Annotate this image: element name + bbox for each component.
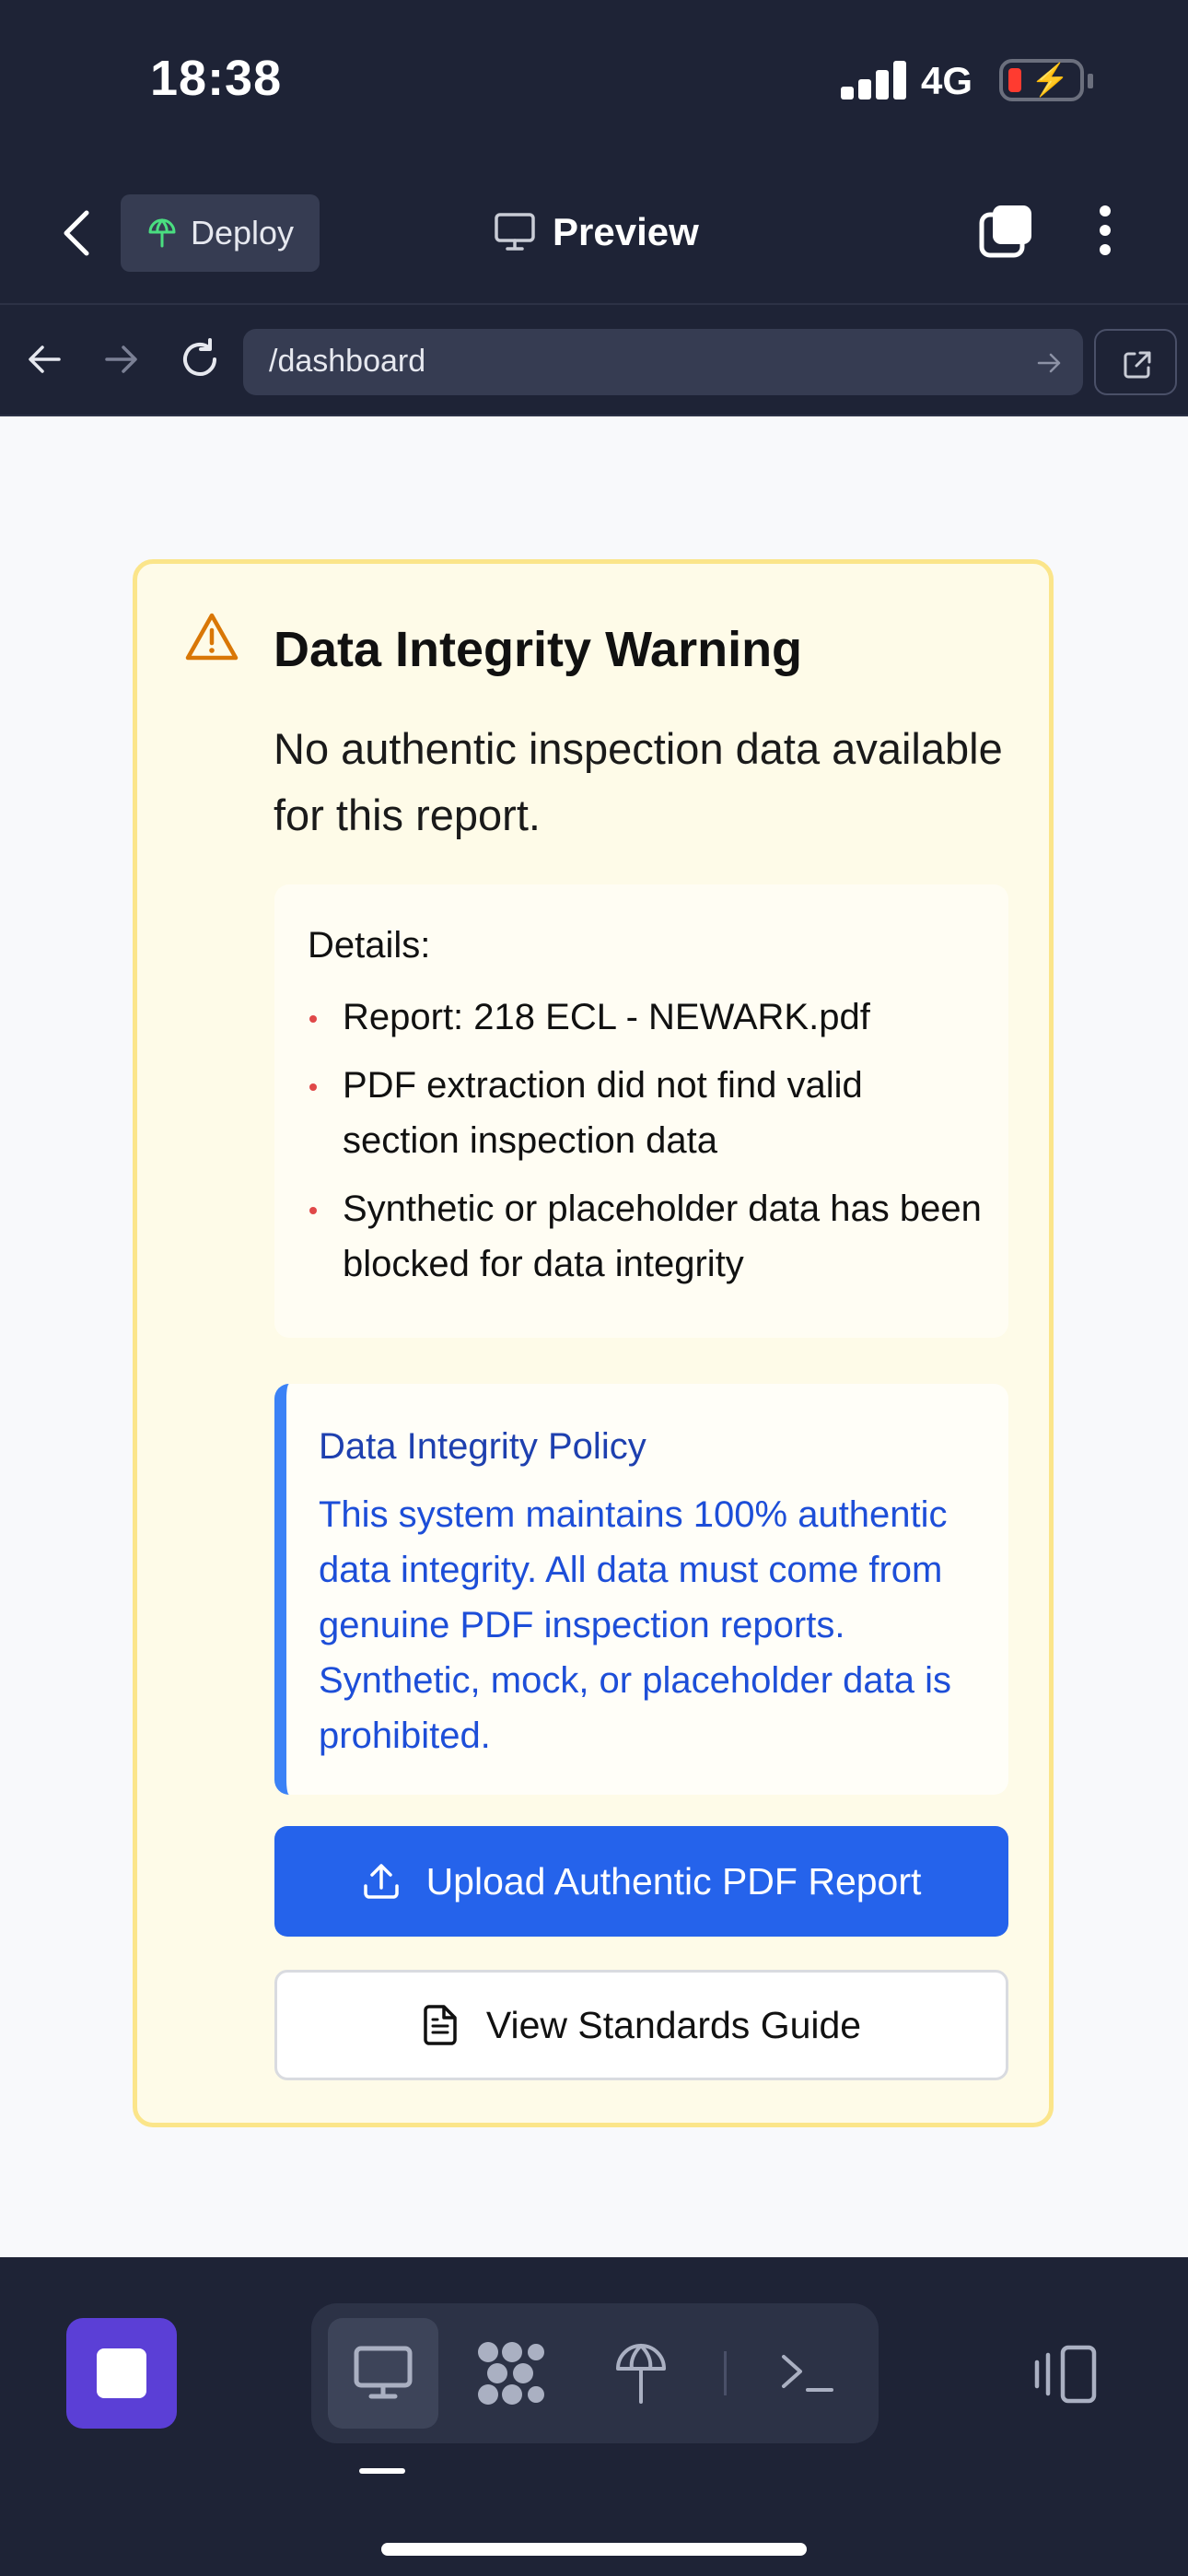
policy-text: This system maintains 100% authentic dat… [319,1494,952,1756]
guide-label: View Standards Guide [485,2003,862,2046]
tool-terminal[interactable] [751,2318,862,2429]
active-tool-indicator [359,2468,405,2474]
panel-toggle-button[interactable] [1031,2344,1100,2405]
app-header: Deploy Preview [0,161,1188,305]
detail-text: PDF extraction did not find valid sectio… [343,1065,863,1161]
tool-apps[interactable] [457,2318,567,2429]
open-external-button[interactable] [1094,329,1177,395]
arrow-left-icon [29,345,61,373]
view-standards-guide-button[interactable]: View Standards Guide [274,1970,1008,2080]
network-type: 4G [921,59,973,102]
url-input[interactable]: /dashboard [243,329,1083,395]
page-content: Data Integrity Warning No authentic insp… [0,416,1188,2257]
toolbar-separator [724,2351,727,2395]
detail-item: Report: 218 ECL - NEWARK.pdf [308,989,989,1045]
warning-triangle-icon [185,613,239,661]
side-panel-icon [1034,2345,1097,2404]
monitor-icon [495,213,535,251]
status-bar: 18:38 4G ⚡ [0,0,1188,161]
upload-icon [363,1864,399,1899]
browser-back-button[interactable] [22,336,68,382]
document-icon [424,2005,457,2045]
stop-button[interactable] [66,2318,177,2429]
desktop-icon [354,2346,413,2399]
terminal-icon [782,2355,833,2392]
detail-item: Synthetic or placeholder data has been b… [308,1181,989,1292]
url-text: /dashboard [269,344,426,379]
chevron-left-icon [64,210,89,256]
bottom-toolbar [0,2257,1188,2576]
top-chrome: 18:38 4G ⚡ Deploy Preview /dashboard [0,0,1188,416]
external-link-icon [1124,351,1151,379]
tool-switcher [311,2303,879,2443]
tabs-icon [979,205,1031,258]
deploy-button[interactable]: Deploy [121,194,320,272]
tabs-button[interactable] [978,202,1035,259]
warning-title: Data Integrity Warning [274,622,803,677]
go-arrow-icon[interactable] [1035,349,1063,377]
details-list: Report: 218 ECL - NEWARK.pdf PDF extract… [308,989,989,1305]
policy-box: Data Integrity Policy This system mainta… [274,1384,1008,1795]
deploy-icon [616,2344,666,2404]
policy-title: Data Integrity Policy [319,1426,646,1467]
browser-toolbar: /dashboard [0,307,1188,416]
back-button[interactable] [55,205,101,261]
arrow-right-icon [105,345,137,373]
more-options-button[interactable] [1087,202,1124,259]
details-box: Details: Report: 218 ECL - NEWARK.pdf PD… [274,884,1008,1338]
detail-text: Synthetic or placeholder data has been b… [343,1188,982,1284]
reload-icon [183,338,216,376]
warning-message: No authentic inspection data available f… [274,724,1003,839]
status-time: 18:38 [150,51,283,106]
bullet-icon [309,1207,317,1214]
battery-icon: ⚡ [999,59,1093,101]
preview-label: Preview [553,210,699,253]
deploy-label: Deploy [191,214,295,252]
deploy-icon [148,218,176,248]
browser-forward-button[interactable] [98,336,144,382]
tool-deploy[interactable] [586,2318,696,2429]
upload-label: Upload Authentic PDF Report [425,1859,922,1903]
detail-item: PDF extraction did not find valid sectio… [308,1058,989,1168]
reload-button[interactable] [177,336,223,382]
stop-icon [97,2348,146,2398]
apps-icon [478,2342,544,2405]
bullet-icon [309,1015,317,1023]
preview-title: Preview [494,202,699,263]
signal-icon [841,61,906,100]
data-integrity-warning-card: Data Integrity Warning No authentic insp… [133,559,1054,2127]
upload-pdf-button[interactable]: Upload Authentic PDF Report [274,1826,1008,1937]
detail-text: Report: 218 ECL - NEWARK.pdf [343,997,870,1037]
tool-desktop[interactable] [328,2318,438,2429]
bullet-icon [309,1083,317,1091]
home-indicator [381,2543,807,2556]
details-title: Details: [308,925,431,966]
